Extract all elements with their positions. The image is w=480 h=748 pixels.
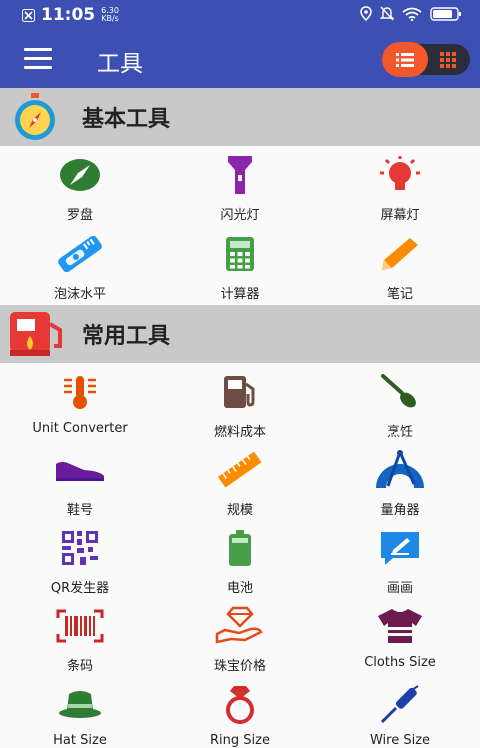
tool-label: 量角器: [380, 503, 420, 518]
thermometer-icon: [64, 376, 96, 409]
status-bar: 11:05 6.30 KB/s: [0, 0, 480, 30]
tool-notes[interactable]: 笔记: [320, 232, 480, 302]
menu-button[interactable]: [24, 48, 52, 70]
tool-label: 规模: [226, 503, 253, 518]
location-icon: [360, 6, 372, 21]
tool-label: Cloths Size: [364, 655, 436, 670]
battery-icon: [229, 530, 251, 566]
mute-bell-icon: [380, 6, 394, 21]
hat-icon: [59, 691, 101, 718]
tool-label: 笔记: [386, 287, 413, 302]
tool-drawing[interactable]: 画画: [320, 526, 480, 596]
tool-compass[interactable]: 罗盘: [0, 153, 160, 223]
list-view-button[interactable]: [382, 42, 428, 77]
tool-label: Hat Size: [53, 733, 107, 748]
tool-label: Ring Size: [210, 733, 270, 748]
tool-label: 闪光灯: [220, 208, 260, 223]
ring-icon: [226, 686, 254, 724]
tool-label: 计算器: [220, 287, 260, 302]
tool-wire-size[interactable]: Wire Size: [320, 682, 480, 748]
tool-label: 泡沫水平: [53, 287, 106, 302]
tool-label: 电池: [226, 581, 253, 596]
spatula-icon: [381, 374, 416, 408]
notification-x-icon: [22, 8, 35, 22]
shoe-icon: [56, 462, 104, 481]
tool-label: 屏幕灯: [380, 208, 420, 223]
tool-label: 画画: [386, 581, 413, 596]
tool-label: QR发生器: [50, 581, 110, 596]
barcode-icon: [56, 609, 104, 643]
network-speed: 6.30 KB/s: [101, 6, 119, 23]
section-title: 常用工具: [82, 324, 171, 349]
drawing-board-icon: [381, 532, 419, 565]
tool-bubble-level[interactable]: 泡沫水平: [0, 232, 160, 302]
bubble-level-icon: [58, 235, 102, 273]
compass-icon: [60, 159, 100, 191]
tool-label: 罗盘: [66, 208, 93, 223]
protractor-icon: [376, 450, 424, 488]
list-icon: [396, 52, 414, 67]
gas-pump-icon: [224, 376, 255, 408]
calculator-icon: [226, 237, 254, 271]
tool-label: 燃料成本: [213, 425, 266, 440]
tool-hat-size[interactable]: Hat Size: [0, 682, 160, 748]
grid-view-icon[interactable]: [440, 52, 456, 68]
page-title: 工具: [97, 51, 143, 77]
qr-code-icon: [62, 531, 98, 565]
tool-flashlight[interactable]: 闪光灯: [160, 153, 320, 223]
tool-barcode[interactable]: 条码: [0, 604, 160, 674]
tool-calculator[interactable]: 计算器: [160, 232, 320, 302]
tool-label: 鞋号: [66, 503, 93, 518]
tool-jewelry-price[interactable]: 珠宝价格: [160, 604, 320, 674]
tool-fuel-cost[interactable]: 燃料成本: [160, 370, 320, 440]
tool-label: Wire Size: [369, 733, 431, 748]
tool-cloths-size[interactable]: Cloths Size: [320, 604, 480, 670]
view-mode-toggle[interactable]: [382, 42, 470, 77]
tool-cooking[interactable]: 烹饪: [320, 370, 480, 440]
ruler-icon: [217, 451, 262, 488]
tool-label: 烹饪: [386, 425, 413, 440]
battery-status-icon: [430, 6, 461, 21]
tshirt-icon: [378, 609, 422, 643]
tool-label: 珠宝价格: [213, 659, 266, 674]
tool-shoe-size[interactable]: 鞋号: [0, 448, 160, 518]
tool-qr-generator[interactable]: QR发生器: [0, 526, 160, 596]
section-title: 基本工具: [82, 107, 171, 132]
tool-ring-size[interactable]: Ring Size: [160, 682, 320, 748]
tool-unit-converter[interactable]: Unit Converter: [0, 370, 160, 436]
section-header-basic-tools: 基本工具: [0, 88, 480, 146]
jewelry-hand-icon: [215, 606, 263, 644]
pencil-icon: [382, 238, 418, 270]
flashlight-icon: [228, 156, 252, 194]
tool-label: 条码: [66, 659, 93, 674]
compass-stopwatch-icon: [15, 93, 55, 140]
hamburger-line: [24, 57, 52, 60]
bulb-icon: [380, 156, 420, 190]
wifi-icon: [402, 7, 422, 21]
hamburger-line: [24, 48, 52, 51]
app-bar: 工具: [0, 30, 480, 88]
hamburger-line: [24, 66, 52, 69]
fuel-pump-icon: [10, 312, 62, 356]
screwdriver-icon: [380, 685, 419, 724]
section-header-common-tools: 常用工具: [0, 305, 480, 363]
tool-screen-light[interactable]: 屏幕灯: [320, 153, 480, 223]
tool-protractor[interactable]: 量角器: [320, 448, 480, 518]
tool-scale[interactable]: 规模: [160, 448, 320, 518]
status-time: 11:05: [41, 5, 96, 25]
tool-label: Unit Converter: [32, 421, 128, 436]
tool-battery[interactable]: 电池: [160, 526, 320, 596]
